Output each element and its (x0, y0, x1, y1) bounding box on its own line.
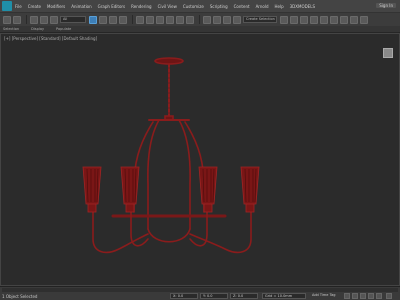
next-frame-icon[interactable] (368, 293, 374, 299)
mirror-icon[interactable] (280, 15, 288, 24)
bind-space-warp-icon[interactable] (50, 15, 58, 24)
selection-filter-dropdown[interactable]: All (60, 16, 86, 23)
scale-icon[interactable] (156, 15, 164, 24)
schematic-view-icon[interactable] (320, 15, 328, 24)
lamp-shade-1 (82, 166, 102, 205)
chandelier-model[interactable] (1, 34, 399, 285)
pivot-center-icon[interactable] (186, 15, 194, 24)
render-setup-icon[interactable] (340, 15, 348, 24)
lamp-cup-1 (87, 203, 97, 213)
ribbon-tab-display[interactable]: Display (31, 27, 44, 31)
coord-y-field[interactable]: Y: 0.0 (200, 293, 228, 299)
go-to-end-icon[interactable] (376, 293, 382, 299)
placement-icon[interactable] (166, 15, 174, 24)
lamp-shade-2 (120, 166, 140, 205)
menu-scripting[interactable]: Scripting (210, 4, 228, 9)
angle-snap-icon[interactable] (213, 15, 221, 24)
bottom-loop (147, 228, 191, 243)
menu-customize[interactable]: Customize (183, 4, 204, 9)
menu-graph-editors[interactable]: Graph Editors (98, 4, 125, 9)
app-logo-icon[interactable] (2, 1, 12, 11)
arm-outer-left (92, 211, 149, 254)
ribbon-tab-selection[interactable]: Selection (3, 27, 19, 31)
snaps-toggle-icon[interactable] (203, 15, 211, 24)
menu-arnold[interactable]: Arnold (256, 4, 269, 9)
lamp-cup-2 (125, 203, 135, 213)
frame-left-inner (147, 119, 160, 230)
menu-rendering[interactable]: Rendering (131, 4, 151, 9)
timeline-track[interactable] (2, 288, 398, 292)
grid-size-field: Grid = 10.0mm (262, 293, 306, 299)
menu-animation[interactable]: Animation (71, 4, 91, 9)
menu-file[interactable]: File (15, 4, 22, 9)
lamp-shade-4 (240, 166, 260, 205)
toolbar-divider (132, 15, 133, 24)
undo-icon[interactable] (3, 15, 11, 24)
sign-in-button[interactable]: Sign In (376, 3, 396, 8)
select-by-name-icon[interactable] (99, 15, 107, 24)
toolbar-divider (26, 15, 27, 24)
window-crossing-icon[interactable] (119, 15, 127, 24)
main-toolbar: All Create Selection Se (0, 13, 400, 26)
go-to-start-icon[interactable] (344, 293, 350, 299)
material-editor-icon[interactable] (330, 15, 338, 24)
menu-help[interactable]: Help (275, 4, 284, 9)
layer-explorer-icon[interactable] (300, 15, 308, 24)
lamp-shade-3 (198, 166, 218, 205)
align-icon[interactable] (290, 15, 298, 24)
unlink-icon[interactable] (40, 15, 48, 24)
toolbar-divider (199, 15, 200, 24)
menu-civil-view[interactable]: Civil View (158, 4, 177, 9)
perspective-viewport[interactable]: [+] [Perspective] [Standard] [Default Sh… (0, 33, 400, 286)
named-selection-set-dropdown[interactable]: Create Selection Se (243, 16, 277, 23)
zoom-extents-icon[interactable] (386, 293, 392, 299)
render-icon[interactable] (360, 15, 368, 24)
rendered-frame-window-icon[interactable] (350, 15, 358, 24)
status-bar: 1 Object Selected X: 0.0 Y: 0.0 Z: 0.0 G… (0, 286, 400, 300)
menu-bar: File Create Modifiers Animation Graph Ed… (0, 0, 400, 13)
frame-right-inner (178, 119, 191, 230)
link-icon[interactable] (30, 15, 38, 24)
lamp-cup-4 (245, 203, 255, 213)
menu-content[interactable]: Content (234, 4, 250, 9)
reference-coordinate-icon[interactable] (176, 15, 184, 24)
spinner-snap-icon[interactable] (233, 15, 241, 24)
menu-create[interactable]: Create (28, 4, 41, 9)
select-object-icon[interactable] (89, 15, 97, 24)
redo-icon[interactable] (13, 15, 21, 24)
rotate-icon[interactable] (146, 15, 154, 24)
previous-frame-icon[interactable] (352, 293, 358, 299)
menu-modifiers[interactable]: Modifiers (47, 4, 65, 9)
add-time-tag-button[interactable]: Add Time Tag (312, 293, 336, 297)
percent-snap-icon[interactable] (223, 15, 231, 24)
ribbon-bar: Selection Display Populate (0, 26, 400, 33)
curve-editor-icon[interactable] (310, 15, 318, 24)
coord-x-field[interactable]: X: 0.0 (170, 293, 198, 299)
coord-z-field[interactable]: Z: 0.0 (230, 293, 258, 299)
move-icon[interactable] (136, 15, 144, 24)
lamp-cup-3 (203, 203, 213, 213)
ribbon-tab-populate[interactable]: Populate (56, 27, 71, 31)
menu-3dxmodels[interactable]: 3DXMODELS (290, 4, 315, 9)
status-text: 1 Object Selected (2, 294, 38, 299)
play-icon[interactable] (360, 293, 366, 299)
rectangular-selection-icon[interactable] (109, 15, 117, 24)
